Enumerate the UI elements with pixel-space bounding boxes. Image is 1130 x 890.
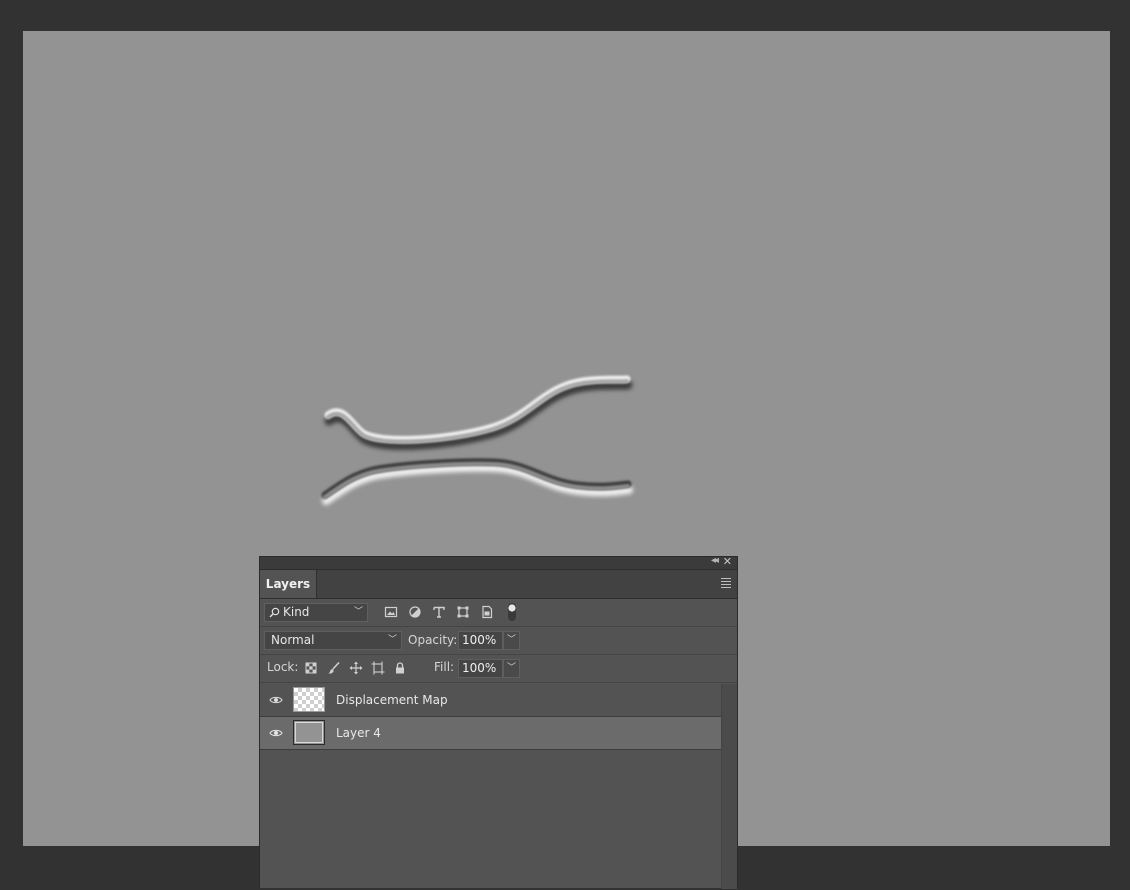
blend-row: Normal ﹀ Opacity: 100% ﹀ [260, 627, 737, 655]
fill-input[interactable]: 100% [458, 659, 503, 678]
layer-thumbnail [293, 687, 325, 712]
adjustment-filter-icon[interactable] [408, 605, 422, 619]
lock-transparent-icon[interactable] [304, 661, 318, 675]
lock-position-icon[interactable] [349, 661, 363, 675]
opacity-label: Opacity: [408, 633, 458, 647]
close-icon[interactable]: ✕ [723, 555, 732, 568]
tab-layers[interactable]: Layers [260, 570, 317, 598]
layers-list: Displacement Map Layer 4 [260, 684, 722, 890]
eye-icon[interactable] [269, 694, 283, 706]
smart-object-filter-icon[interactable] [480, 605, 494, 619]
lock-label: Lock: [267, 660, 299, 674]
search-icon [269, 607, 280, 618]
filter-toggle-icon[interactable] [506, 602, 518, 622]
type-filter-icon[interactable] [432, 605, 446, 619]
panel-title-bar[interactable]: ◂◂ ✕ [260, 555, 737, 570]
embossed-stroke-lower [321, 458, 633, 505]
lock-all-icon[interactable] [393, 661, 407, 675]
opacity-dropdown-button[interactable]: ﹀ [503, 631, 520, 650]
blend-mode-value: Normal [271, 633, 315, 647]
layers-empty-area [260, 750, 722, 890]
image-filter-icon[interactable] [384, 605, 398, 619]
opacity-input[interactable]: 100% [458, 631, 503, 650]
fill-label: Fill: [434, 660, 455, 674]
layer-name: Layer 4 [336, 726, 381, 740]
chevron-down-icon: ﹀ [353, 607, 363, 617]
fill-dropdown-button[interactable]: ﹀ [503, 659, 520, 678]
lock-artboard-icon[interactable] [371, 661, 385, 675]
panel-tab-bar: Layers [260, 570, 737, 599]
embossed-stroke-upper [324, 375, 633, 450]
kind-filter-select[interactable]: Kind ﹀ [264, 603, 368, 622]
lock-row: Lock: Fill: 100% ﹀ [260, 655, 737, 683]
eye-icon[interactable] [269, 727, 283, 739]
layer-thumbnail [293, 720, 325, 745]
collapse-icon[interactable]: ◂◂ [711, 555, 719, 566]
layer-row-layer-4[interactable]: Layer 4 [260, 717, 722, 750]
lock-paint-icon[interactable] [327, 661, 341, 675]
filter-row: Kind ﹀ [260, 599, 737, 627]
shape-filter-icon[interactable] [456, 605, 470, 619]
layers-panel: ◂◂ ✕ Layers Kind ﹀ Normal ﹀ Opacity: 100… [259, 555, 738, 890]
blend-mode-select[interactable]: Normal ﹀ [264, 631, 402, 650]
chevron-down-icon: ﹀ [387, 635, 397, 645]
kind-filter-label: Kind [283, 605, 310, 619]
panel-menu-icon[interactable] [721, 578, 731, 590]
layer-row-displacement-map[interactable]: Displacement Map [260, 684, 722, 717]
layer-name: Displacement Map [336, 693, 448, 707]
layers-scrollbar[interactable] [721, 684, 737, 889]
